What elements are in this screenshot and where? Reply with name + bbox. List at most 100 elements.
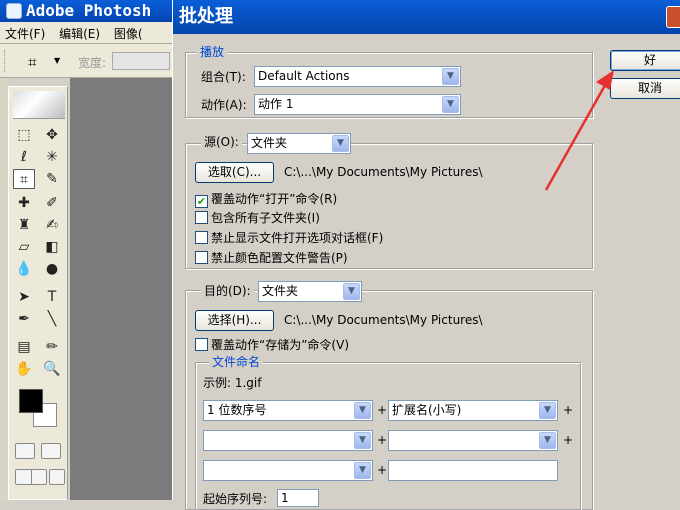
override-open-label: 覆盖动作“打开”命令(R) xyxy=(211,192,338,206)
destination-select[interactable]: 文件夹 ▼ xyxy=(258,281,362,302)
source-choose-button[interactable]: 选取(C)... xyxy=(195,162,274,183)
chevron-down-icon[interactable]: ▼ xyxy=(54,56,60,65)
suppress-open-dialogs-option[interactable]: 禁止显示文件打开选项对话框(F) xyxy=(195,229,383,245)
close-button[interactable] xyxy=(666,6,680,28)
menu-edit[interactable]: 编辑(E) xyxy=(54,22,105,43)
zoom-tool-icon[interactable]: 🔍 xyxy=(41,359,63,379)
file-naming-legend: 文件命名 xyxy=(209,355,264,369)
stamp-tool-icon[interactable]: ♜ xyxy=(13,215,35,235)
naming-field-2[interactable]: 扩展名(小写) ▼ xyxy=(388,400,558,421)
lasso-tool-icon[interactable]: ℓ xyxy=(13,147,35,167)
crop-tool-preset-icon[interactable]: ⌗ xyxy=(28,53,36,71)
naming-example: 示例: 1.gif xyxy=(203,376,262,390)
screen-mode-full-button[interactable] xyxy=(49,469,65,485)
chevron-down-icon[interactable]: ▼ xyxy=(442,68,459,85)
healing-brush-tool-icon[interactable]: ✚ xyxy=(13,193,35,213)
chevron-down-icon[interactable]: ▼ xyxy=(539,402,556,419)
start-serial-input[interactable]: 1 xyxy=(277,489,319,507)
start-serial-label: 起始序列号: xyxy=(203,492,268,506)
override-save-as-label: 覆盖动作“存储为”命令(V) xyxy=(211,338,350,352)
crop-tool-icon[interactable]: ⌗ xyxy=(13,169,35,189)
history-brush-tool-icon[interactable]: ✍ xyxy=(41,215,63,235)
plus-sign: + xyxy=(377,463,388,477)
adobe-feather-logo-icon[interactable] xyxy=(13,91,65,119)
naming-field-5[interactable]: ▼ xyxy=(203,460,373,481)
width-label: 宽度: xyxy=(78,56,107,70)
menu-file[interactable]: 文件(F) xyxy=(0,22,50,43)
hand-tool-icon[interactable]: ✋ xyxy=(13,359,35,379)
eyedropper-tool-icon[interactable]: ✏ xyxy=(41,337,63,357)
screen-mode-full-menu-button[interactable] xyxy=(31,469,47,485)
start-serial-value: 1 xyxy=(281,491,289,505)
override-save-as-option[interactable]: 覆盖动作“存储为”命令(V) xyxy=(195,336,349,352)
naming-field-1-value: 1 位数序号 xyxy=(207,403,267,417)
override-open-checkbox[interactable]: ✔ xyxy=(195,195,208,208)
action-value: 动作 1 xyxy=(258,97,294,111)
play-legend: 播放 xyxy=(197,45,228,59)
slice-tool-icon[interactable]: ✎ xyxy=(41,169,63,189)
photoshop-workspace xyxy=(70,78,172,500)
suppress-open-dialogs-checkbox[interactable] xyxy=(195,231,208,244)
source-path: C:\...\My Documents\My Pictures\ xyxy=(284,165,483,179)
options-gripper[interactable] xyxy=(4,50,7,72)
dialog-title: 批处理 xyxy=(179,6,233,27)
pen-tool-icon[interactable]: ✒ xyxy=(13,309,35,329)
plus-sign: + xyxy=(377,433,388,447)
photoshop-title-bar: Adobe Photosh xyxy=(0,0,172,22)
dialog-title-bar[interactable]: 批处理 xyxy=(173,0,680,34)
type-tool-icon[interactable]: T xyxy=(41,287,63,307)
photoshop-title-text: Adobe Photosh xyxy=(26,1,152,20)
naming-field-1[interactable]: 1 位数序号 ▼ xyxy=(203,400,373,421)
chevron-down-icon[interactable]: ▼ xyxy=(354,462,371,479)
chevron-down-icon[interactable]: ▼ xyxy=(354,402,371,419)
line-tool-icon[interactable]: ╲ xyxy=(41,309,63,329)
chevron-down-icon[interactable]: ▼ xyxy=(343,283,360,300)
quick-mask-mode-button[interactable] xyxy=(41,443,61,459)
suppress-color-warnings-label: 禁止颜色配置文件警告(P) xyxy=(211,251,348,265)
chevron-down-icon[interactable]: ▼ xyxy=(539,432,556,449)
brush-tool-icon[interactable]: ✐ xyxy=(41,193,63,213)
blur-tool-icon[interactable]: 💧 xyxy=(13,259,35,279)
photoshop-left-edge xyxy=(0,78,8,500)
include-subfolders-label: 包含所有子文件夹(I) xyxy=(211,211,320,225)
set-label: 组合(T): xyxy=(201,70,246,84)
destination-value: 文件夹 xyxy=(262,284,299,298)
photoshop-toolbox: ⬚ ✥ ℓ ✳ ⌗ ✎ ✚ ✐ ♜ ✍ ▱ ◧ 💧 ● ➤ T ✒ ╲ ▤ ✏ … xyxy=(8,86,68,500)
foreground-color-swatch[interactable] xyxy=(19,389,43,413)
naming-field-3[interactable]: ▼ xyxy=(203,430,373,451)
destination-choose-button[interactable]: 选择(H)... xyxy=(195,310,274,331)
chevron-down-icon[interactable]: ▼ xyxy=(332,135,349,152)
suppress-color-warnings-checkbox[interactable] xyxy=(195,251,208,264)
eraser-tool-icon[interactable]: ▱ xyxy=(13,237,35,257)
gradient-tool-icon[interactable]: ◧ xyxy=(41,237,63,257)
suppress-color-warnings-option[interactable]: 禁止颜色配置文件警告(P) xyxy=(195,249,348,265)
marquee-tool-icon[interactable]: ⬚ xyxy=(13,125,35,145)
path-selection-tool-icon[interactable]: ➤ xyxy=(13,287,35,307)
include-subfolders-checkbox[interactable] xyxy=(195,211,208,224)
destination-path: C:\...\My Documents\My Pictures\ xyxy=(284,313,483,327)
override-save-as-checkbox[interactable] xyxy=(195,338,208,351)
include-subfolders-option[interactable]: 包含所有子文件夹(I) xyxy=(195,209,320,225)
chevron-down-icon[interactable]: ▼ xyxy=(442,96,459,113)
annotation-arrow-head xyxy=(596,70,614,90)
plus-sign: + xyxy=(563,433,574,447)
source-select[interactable]: 文件夹 ▼ xyxy=(247,133,351,154)
set-select[interactable]: Default Actions ▼ xyxy=(254,66,461,87)
action-select[interactable]: 动作 1 ▼ xyxy=(254,94,461,115)
annotation-arrow-shaft xyxy=(544,79,610,191)
width-field[interactable] xyxy=(112,52,170,70)
naming-field-6[interactable] xyxy=(388,460,558,481)
dodge-tool-icon[interactable]: ● xyxy=(41,259,63,279)
plus-sign: + xyxy=(563,403,574,417)
move-tool-icon[interactable]: ✥ xyxy=(41,125,63,145)
menu-image[interactable]: 图像( xyxy=(109,22,148,43)
chevron-down-icon[interactable]: ▼ xyxy=(354,432,371,449)
naming-field-4[interactable]: ▼ xyxy=(388,430,558,451)
magic-wand-tool-icon[interactable]: ✳ xyxy=(41,147,63,167)
override-open-option[interactable]: ✔ 覆盖动作“打开”命令(R) xyxy=(195,190,338,208)
destination-label: 目的(D): xyxy=(201,284,254,298)
photoshop-options-bar: ⌗ ▼ 宽度: xyxy=(0,44,172,78)
source-label: 源(O): xyxy=(201,135,242,149)
standard-mode-button[interactable] xyxy=(15,443,35,459)
notes-tool-icon[interactable]: ▤ xyxy=(13,337,35,357)
